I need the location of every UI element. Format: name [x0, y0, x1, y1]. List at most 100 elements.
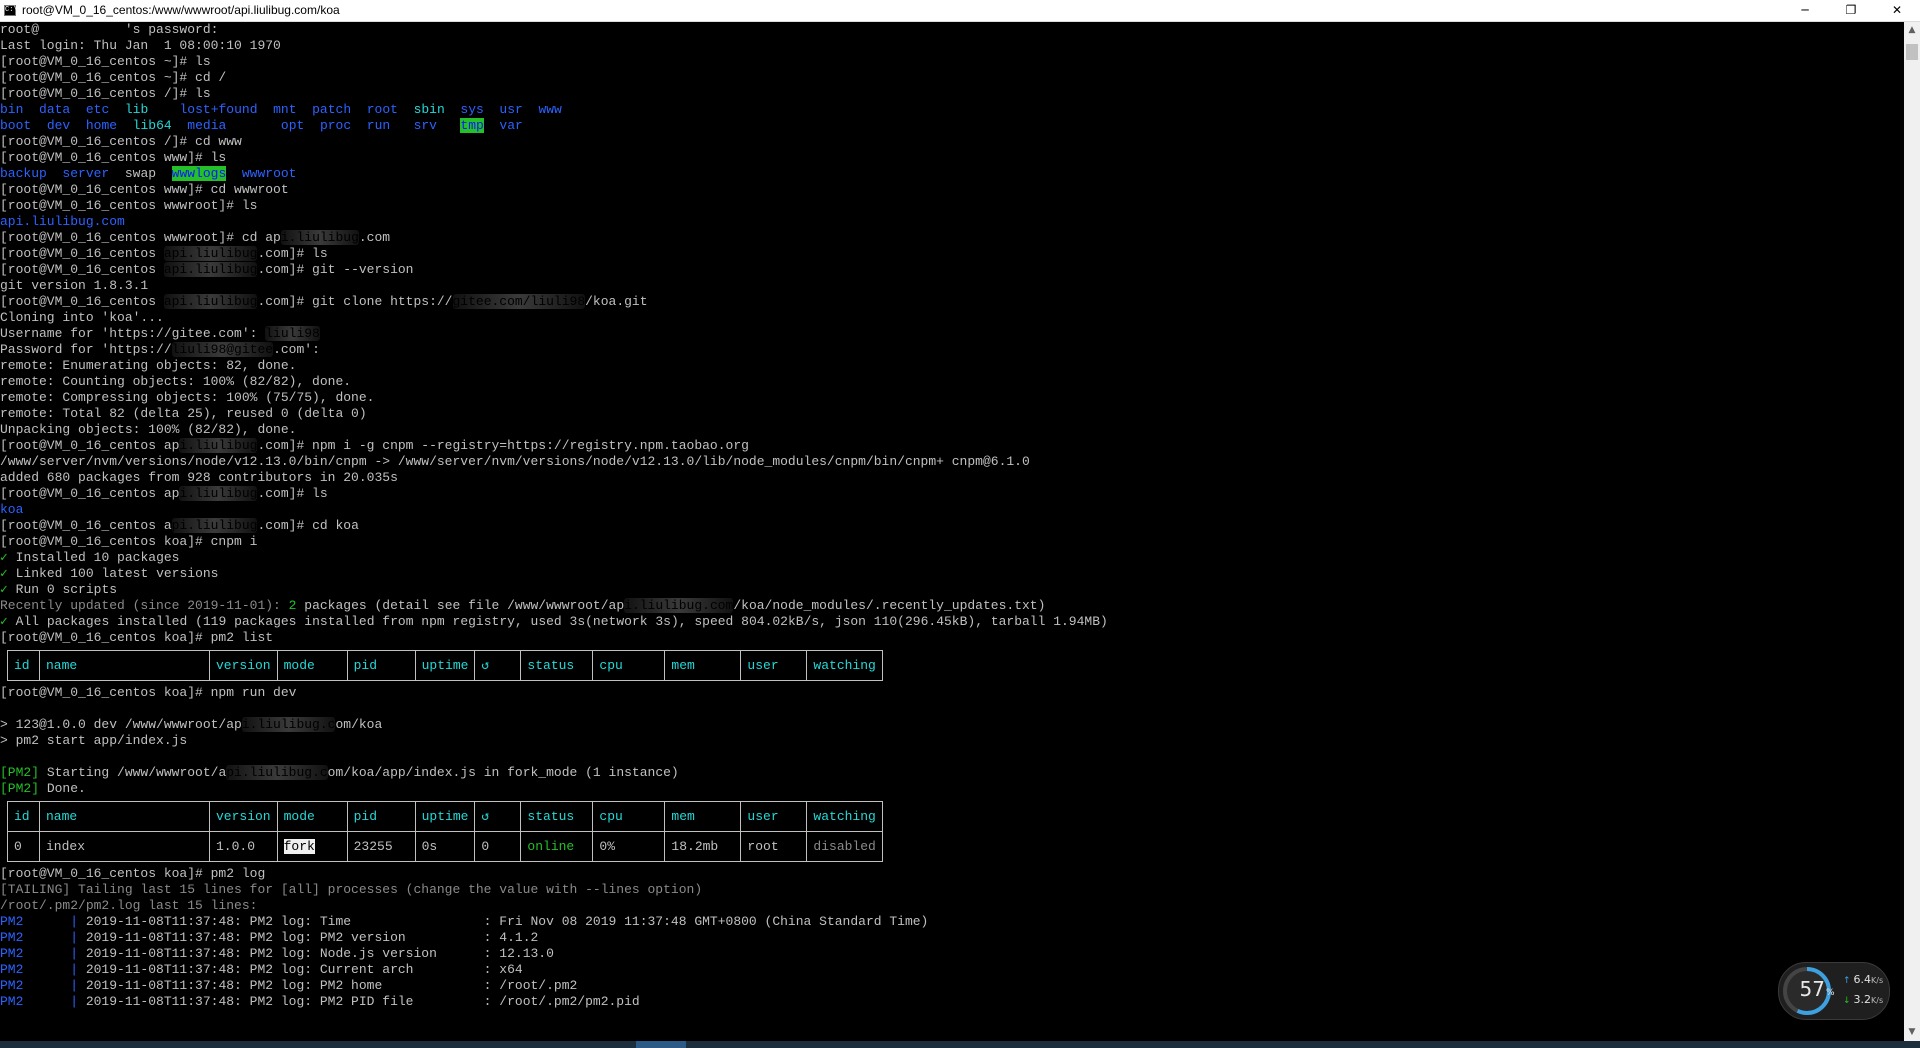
- terminal-line: [root@VM_0_16_centos api.liulibug.com]# …: [0, 246, 328, 261]
- network-speed-widget[interactable]: 57 % ↑ 6.4K/s ↓ 3.2K/s: [1778, 962, 1890, 1020]
- close-button[interactable]: ✕: [1874, 0, 1920, 21]
- vertical-scrollbar[interactable]: ▲ ▼: [1904, 22, 1920, 1041]
- directory-entry: usr: [499, 102, 523, 117]
- redacted-text: gitee.com/liuli98: [452, 294, 586, 309]
- table-header-cell: user: [740, 801, 808, 832]
- directory-entry: wwwlogs: [171, 166, 227, 181]
- terminal-line: [PM2] Done.: [0, 781, 86, 796]
- terminal-line: Cloning into 'koa'...: [0, 310, 164, 325]
- terminal-line: remote: Enumerating objects: 82, done.: [0, 358, 297, 373]
- scrollbar-thumb[interactable]: [1906, 44, 1918, 60]
- terminal-output[interactable]: root@ 's password: Last login: Thu Jan 1…: [0, 22, 1904, 1041]
- terminal-line: /www/server/nvm/versions/node/v12.13.0/b…: [0, 454, 1030, 469]
- terminal-line: ✓ Linked 100 latest versions: [0, 566, 219, 581]
- log-line: PM2 | 2019-11-08T11:37:48: PM2 log: PM2 …: [0, 994, 640, 1009]
- redacted-text: api.liulibug: [163, 246, 258, 261]
- table-header-cell: mem: [664, 650, 742, 681]
- taskbar-active-app[interactable]: [636, 1041, 686, 1048]
- scroll-down-arrow-icon[interactable]: ▼: [1904, 1024, 1920, 1041]
- check-icon: ✓: [0, 550, 8, 565]
- table-cell: index: [39, 831, 210, 862]
- directory-entry: media: [187, 118, 227, 133]
- table-header-cell: uptime: [414, 650, 476, 681]
- directory-entry: home: [85, 118, 118, 133]
- log-line: PM2 | 2019-11-08T11:37:48: PM2 log: PM2 …: [0, 930, 539, 945]
- directory-entry: www: [538, 102, 562, 117]
- table-cell: 0s: [414, 831, 476, 862]
- terminal-line: Username for 'https://gitee.com': liuli9…: [0, 326, 320, 341]
- table-cell: root: [740, 831, 808, 862]
- directory-entry: wwwroot: [241, 166, 297, 181]
- directory-entry: opt: [280, 118, 305, 133]
- pm2-tag: [PM2]: [0, 765, 40, 780]
- table-cell: 0: [7, 831, 40, 862]
- log-line: PM2 | 2019-11-08T11:37:48: PM2 log: Node…: [0, 946, 554, 961]
- pm2-list-table: id name version mode pid uptime ↺ status cpu mem u…: [7, 650, 883, 681]
- minimize-button[interactable]: ─: [1782, 0, 1828, 21]
- terminal-line: [root@VM_0_16_centos api.liulibug.com]# …: [0, 294, 648, 309]
- directory-entry: bin: [0, 102, 24, 117]
- directory-entry: lost+found: [179, 102, 258, 117]
- redacted-text: liuli98@gitee: [171, 342, 274, 357]
- directory-entry: etc: [85, 102, 110, 117]
- directory-entry: proc: [319, 118, 352, 133]
- directory-entry: data: [39, 102, 71, 117]
- scroll-up-arrow-icon[interactable]: ▲: [1904, 22, 1920, 39]
- terminal-line: [root@VM_0_16_centos ~]# cd /: [0, 70, 227, 85]
- terminal-line: added 680 packages from 928 contributors…: [0, 470, 398, 485]
- directory-entry: mnt: [273, 102, 297, 117]
- table-header-cell: cpu: [592, 650, 666, 681]
- redacted-text: i.liulibug: [280, 230, 359, 245]
- table-cell: online: [520, 831, 594, 862]
- terminal-line: [root@VM_0_16_centos api.liulibug.com]# …: [0, 486, 328, 501]
- table-header-cell: mem: [664, 801, 742, 832]
- table-cell: fork: [276, 831, 348, 862]
- check-icon: ✓: [0, 582, 8, 597]
- terminal-line: [root@VM_0_16_centos koa]# pm2 log: [0, 866, 266, 881]
- redacted-text: pi.liulibug: [171, 518, 258, 533]
- ls-www-output: backup server swap wwwlogs wwwroot: [0, 166, 1904, 182]
- terminal-line: [root@VM_0_16_centos api.liulibug.com]# …: [0, 518, 359, 533]
- terminal-line: git version 1.8.3.1: [0, 278, 149, 293]
- table-header-cell: pid: [346, 650, 416, 681]
- log-line: PM2 | 2019-11-08T11:37:48: PM2 log: Time…: [0, 914, 929, 929]
- download-speed: ↓ 3.2K/s: [1843, 993, 1884, 1006]
- redacted-text: i.liulibug.com: [624, 598, 734, 613]
- terminal-line: Recently updated (since 2019-11-01): 2 p…: [0, 598, 1046, 613]
- directory-entry: tmp: [460, 118, 484, 133]
- directory-entry: backup: [0, 166, 47, 181]
- terminal-line: [root@VM_0_16_centos /]# ls: [0, 86, 211, 101]
- directory-entry: var: [499, 118, 523, 133]
- terminal-line: [root@VM_0_16_centos koa]# npm run dev: [0, 685, 297, 700]
- terminal-line: [root@VM_0_16_centos /]# cd www: [0, 134, 242, 149]
- table-cell: 1.0.0: [209, 831, 278, 862]
- pm2-tag: [PM2]: [0, 781, 40, 796]
- directory-entry: lib64: [132, 118, 172, 133]
- window-title-bar[interactable]: C:\ root@VM_0_16_centos:/www/wwwroot/api…: [0, 0, 1920, 22]
- redacted-text: pi.liulibug.c: [226, 765, 328, 780]
- directory-entry: root: [366, 102, 398, 117]
- terminal-line: > pm2 start app/index.js: [0, 733, 188, 748]
- taskbar[interactable]: [0, 1041, 1920, 1048]
- table-header-cell: pid: [346, 801, 416, 832]
- terminal-line: ✓ Installed 10 packages: [0, 550, 180, 565]
- maximize-button[interactable]: ❐: [1828, 0, 1874, 21]
- directory-entry: sys: [460, 102, 484, 117]
- directory-entry: patch: [312, 102, 352, 117]
- table-header-cell: name: [39, 650, 210, 681]
- check-icon: ✓: [0, 614, 8, 629]
- table-header-cell: version: [209, 650, 278, 681]
- terminal-line: [root@VM_0_16_centos www]# cd wwwroot: [0, 182, 289, 197]
